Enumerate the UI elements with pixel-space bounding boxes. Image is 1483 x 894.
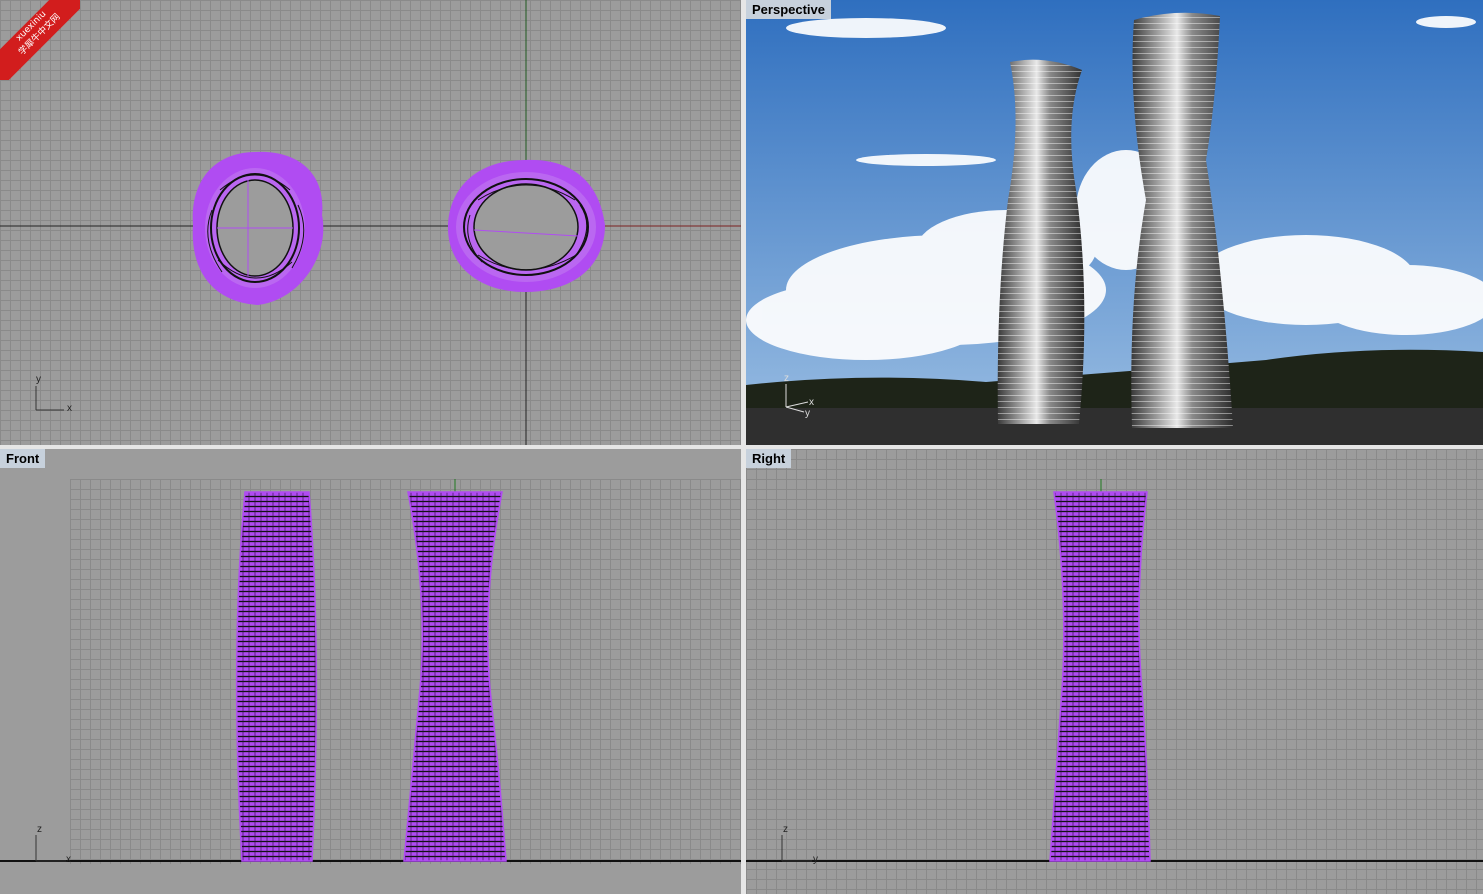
top-view-drawing: y x [0,0,741,445]
watermark-logo: xuexiniu 学犀牛中文网 [0,0,80,80]
svg-text:y: y [813,854,818,865]
svg-text:z: z [784,373,789,384]
towers-side-elevation[interactable] [1049,491,1151,862]
svg-text:x: x [66,854,71,865]
viewport-title-right[interactable]: Right [746,449,792,468]
right-viewport[interactable]: z y Right [746,449,1483,894]
axis-widget: z y [781,824,818,865]
svg-text:z: z [37,824,42,835]
front-view-drawing: z x [0,479,741,865]
right-tower-elevation[interactable] [403,491,507,862]
right-tower-plan[interactable] [448,159,605,292]
left-tower-elevation[interactable] [235,491,318,862]
viewport-title-perspective[interactable]: Perspective [746,0,831,19]
viewport-title-front[interactable]: Front [0,449,46,468]
axis-widget: y x [35,374,72,414]
svg-text:y: y [36,374,41,385]
svg-text:y: y [805,408,810,419]
left-tower-plan[interactable] [192,151,324,305]
axis-widget: z x [35,824,71,865]
top-viewport[interactable]: y x [0,0,741,445]
perspective-viewport[interactable]: z x y Perspective [746,0,1483,445]
svg-text:x: x [809,397,814,408]
ground [746,408,1483,445]
svg-text:z: z [783,824,788,835]
front-viewport[interactable]: z x Front [0,449,741,894]
svg-text:x: x [67,403,72,414]
right-view-drawing: z y [746,479,1483,865]
perspective-render: z x y [746,0,1483,445]
